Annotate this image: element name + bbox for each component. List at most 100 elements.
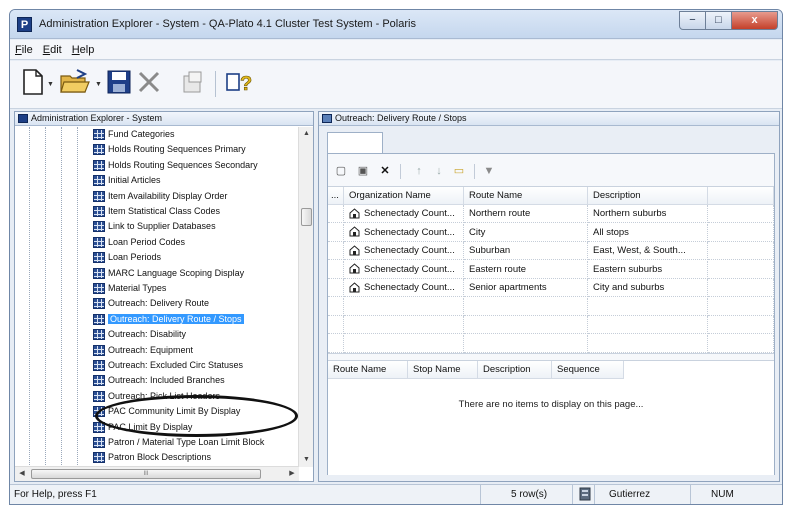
grid-cell-empty[interactable] — [344, 334, 464, 353]
grid-cell-route[interactable]: Eastern route — [464, 260, 588, 279]
tree-vertical-scrollbar[interactable]: ▲ ▼ — [298, 127, 313, 467]
new-folder-icon[interactable]: ▭ — [452, 164, 466, 178]
grid-cell-org[interactable]: Schenectady Count... — [344, 223, 464, 242]
scroll-down-arrow[interactable]: ▼ — [299, 453, 314, 467]
tree-item[interactable]: Outreach: Delivery Route / Stops — [93, 313, 244, 327]
tree-item[interactable]: Patron Block Descriptions — [93, 451, 211, 465]
grid-cell-empty[interactable] — [328, 279, 344, 297]
delete-row-icon[interactable]: ✕ — [378, 164, 392, 178]
scroll-right-arrow[interactable]: ▶ — [285, 467, 299, 481]
new-document-icon[interactable] — [22, 68, 44, 98]
tree-item[interactable]: Outreach: Included Branches — [93, 374, 225, 388]
grid-cell-empty[interactable] — [708, 334, 774, 353]
grid-cell-empty[interactable] — [708, 279, 774, 297]
grid-cell-empty[interactable] — [588, 334, 708, 353]
tree-item[interactable]: Item Availability Display Order — [93, 190, 227, 204]
column-header-sequence[interactable]: Sequence — [552, 361, 624, 379]
column-header-description[interactable]: Description — [478, 361, 552, 379]
tree-item[interactable]: Initial Articles — [93, 174, 161, 188]
grid-cell-desc[interactable]: Eastern suburbs — [588, 260, 708, 279]
tree-item[interactable]: Material Types — [93, 282, 166, 296]
tree-item[interactable]: Loan Periods — [93, 251, 161, 265]
grid-cell-empty[interactable] — [588, 316, 708, 334]
polaris-app-icon[interactable]: P — [17, 17, 32, 32]
horizontal-scroll-thumb[interactable]: III — [31, 469, 261, 479]
column-header-route-name[interactable]: Route Name — [328, 361, 408, 379]
grid-cell-empty[interactable] — [464, 334, 588, 353]
open-folder-icon[interactable] — [59, 68, 91, 98]
grid-cell-empty[interactable] — [328, 205, 344, 223]
grid-cell-desc[interactable]: East, West, & South... — [588, 242, 708, 260]
edit-row-icon[interactable]: ▣ — [356, 164, 370, 178]
scroll-left-arrow[interactable]: ◀ — [15, 467, 29, 481]
tree-item[interactable]: Patron / Material Type Loan Limit Block — [93, 436, 264, 450]
tree-item[interactable]: Holds Routing Sequences Primary — [93, 143, 246, 157]
stops-grid[interactable]: Route Name Stop Name Description Sequenc… — [328, 360, 774, 475]
grid-cell-empty[interactable] — [328, 260, 344, 279]
grid-cell-empty[interactable] — [708, 205, 774, 223]
tree-item[interactable]: Outreach: Excluded Circ Statuses — [93, 359, 243, 373]
tree-item[interactable]: Item Statistical Class Codes — [93, 205, 220, 219]
column-header-route-name[interactable]: Route Name — [464, 187, 588, 205]
move-up-icon[interactable]: ↑ — [412, 164, 426, 178]
tree-item[interactable]: Link to Supplier Databases — [93, 220, 216, 234]
scroll-up-arrow[interactable]: ▲ — [299, 127, 314, 141]
menu-help[interactable]: Help — [72, 44, 95, 56]
grid-cell-empty[interactable] — [328, 316, 344, 334]
grid-cell-route[interactable]: City — [464, 223, 588, 242]
new-dropdown-arrow[interactable]: ▼ — [47, 81, 54, 88]
grid-cell-empty[interactable] — [328, 334, 344, 353]
properties-icon[interactable] — [180, 68, 206, 98]
title-bar[interactable]: P Administration Explorer - System - QA-… — [10, 10, 782, 39]
grid-cell-route[interactable]: Northern route — [464, 205, 588, 223]
minimize-button[interactable]: − — [679, 11, 706, 30]
maximize-button[interactable]: □ — [706, 11, 732, 30]
tree-item[interactable]: Outreach: Disability — [93, 328, 186, 342]
move-down-icon[interactable]: ↓ — [432, 164, 446, 178]
open-dropdown-arrow[interactable]: ▼ — [95, 81, 102, 88]
tree-item[interactable]: MARC Language Scoping Display — [93, 267, 244, 281]
column-header-organization-name[interactable]: Organization Name — [344, 187, 464, 205]
grid-cell-empty[interactable] — [464, 316, 588, 334]
grid-cell-empty[interactable] — [328, 242, 344, 260]
grid-cell-org[interactable]: Schenectady Count... — [344, 205, 464, 223]
grid-cell-empty[interactable] — [328, 223, 344, 242]
grid-cell-empty[interactable] — [344, 316, 464, 334]
menu-edit[interactable]: Edit — [43, 44, 62, 56]
grid-cell-empty[interactable] — [328, 297, 344, 316]
grid-cell-desc[interactable]: All stops — [588, 223, 708, 242]
grid-cell-desc[interactable]: Northern suburbs — [588, 205, 708, 223]
delete-x-icon[interactable] — [136, 68, 162, 98]
filter-icon[interactable]: ▼ — [482, 164, 496, 178]
new-row-icon[interactable]: ▢ — [334, 164, 348, 178]
grid-cell-empty[interactable] — [708, 242, 774, 260]
tree-item[interactable]: Fund Categories — [93, 128, 175, 142]
grid-cell-empty[interactable] — [708, 260, 774, 279]
tree-item[interactable]: Outreach: Delivery Route — [93, 297, 209, 311]
tree-horizontal-scrollbar[interactable]: ◀ III ▶ — [15, 466, 299, 481]
details-tab[interactable] — [327, 132, 383, 154]
tree-item[interactable]: Loan Period Codes — [93, 236, 185, 250]
help-pointer-icon[interactable]: ? — [224, 68, 254, 98]
tree-item[interactable]: Holds Routing Sequences Secondary — [93, 159, 258, 173]
grid-cell-org[interactable]: Schenectady Count... — [344, 242, 464, 260]
grid-cell-org[interactable]: Schenectady Count... — [344, 279, 464, 297]
grid-cell-route[interactable]: Suburban — [464, 242, 588, 260]
column-header-description[interactable]: Description — [588, 187, 708, 205]
vertical-scroll-thumb[interactable] — [301, 208, 312, 226]
close-button[interactable]: x — [732, 11, 778, 30]
grid-cell-route[interactable]: Senior apartments — [464, 279, 588, 297]
grid-cell-empty[interactable] — [708, 223, 774, 242]
routes-grid[interactable]: ... Organization Name Route Name Descrip… — [328, 186, 774, 354]
grid-cell-empty[interactable] — [344, 297, 464, 316]
menu-file[interactable]: File — [15, 44, 33, 56]
grid-cell-empty[interactable] — [708, 316, 774, 334]
column-header-stop-name[interactable]: Stop Name — [408, 361, 478, 379]
grid-cell-desc[interactable]: City and suburbs — [588, 279, 708, 297]
grid-cell-org[interactable]: Schenectady Count... — [344, 260, 464, 279]
grid-cell-empty[interactable] — [464, 297, 588, 316]
grid-cell-empty[interactable] — [708, 297, 774, 316]
save-disk-icon[interactable] — [106, 68, 132, 98]
grid-cell-empty[interactable] — [588, 297, 708, 316]
column-header-indicator[interactable]: ... — [328, 187, 344, 205]
